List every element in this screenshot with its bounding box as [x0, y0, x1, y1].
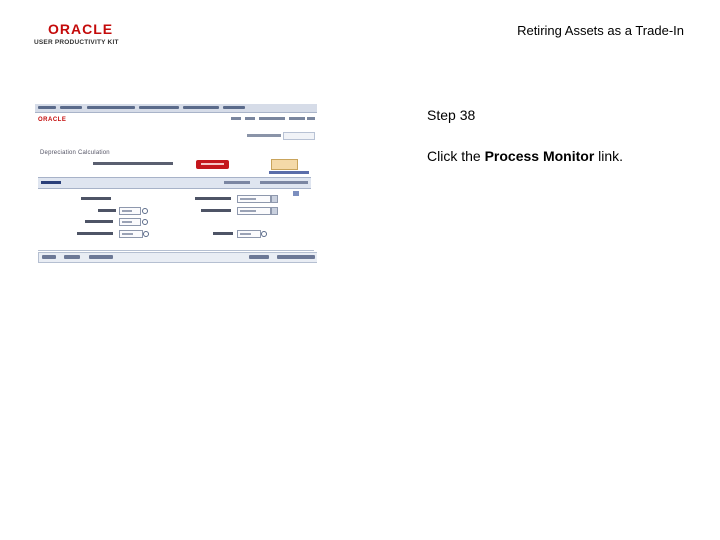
field-label: [85, 220, 113, 223]
bottom-toolbar: [38, 252, 317, 263]
run-button[interactable]: [271, 159, 298, 170]
field-label: [77, 232, 113, 235]
logo-brand-text: ORACLE: [48, 21, 114, 37]
from-asset-input[interactable]: [119, 230, 143, 238]
to-asset-input[interactable]: [237, 230, 261, 238]
field-label: [98, 209, 116, 212]
field-label: [201, 209, 231, 212]
document-title: Retiring Assets as a Trade-In: [517, 23, 684, 38]
chevron-down-icon[interactable]: [271, 195, 278, 203]
step-label: Step 38: [427, 107, 476, 123]
unit-input[interactable]: [119, 207, 141, 215]
add-button[interactable]: [249, 255, 269, 259]
instruction-suffix: link.: [594, 148, 624, 164]
notify-button[interactable]: [64, 255, 80, 259]
process-monitor-link[interactable]: [269, 171, 309, 174]
update-display-button[interactable]: [277, 255, 315, 259]
step-instruction: Click the Process Monitor link.: [427, 148, 623, 164]
book-input[interactable]: [119, 218, 141, 226]
depreciation-mode-select[interactable]: [237, 207, 271, 215]
instruction-target: Process Monitor: [484, 148, 595, 164]
screenshot-oracle-logo: ORACLE: [38, 117, 67, 123]
top-links: [231, 117, 315, 121]
chevron-down-icon[interactable]: [271, 207, 278, 215]
field-label: [81, 197, 111, 200]
logo-product-text: USER PRODUCTIVITY KIT: [34, 39, 119, 46]
refresh-button[interactable]: [89, 255, 113, 259]
oracle-upk-logo: ORACLE USER PRODUCTIVITY KIT: [34, 22, 126, 48]
instruction-prefix: Click the: [427, 148, 485, 164]
lookup-icon[interactable]: [142, 219, 148, 225]
screenshot-thumbnail: ORACLE Depreciation Calculation: [35, 104, 317, 264]
field-label: [195, 197, 231, 200]
field-label: [213, 232, 233, 235]
divider: [38, 250, 314, 251]
personalize-page-link[interactable]: [283, 132, 315, 140]
screenshot-page-title: Depreciation Calculation: [40, 150, 110, 156]
add-row-button[interactable]: [293, 191, 299, 196]
new-window-help-links[interactable]: [247, 134, 281, 137]
lookup-icon[interactable]: [142, 208, 148, 214]
lookup-icon[interactable]: [261, 231, 267, 237]
menu-bar: [35, 104, 317, 113]
save-button[interactable]: [42, 255, 56, 259]
lookup-icon[interactable]: [143, 231, 149, 237]
report-manager-button[interactable]: [196, 160, 229, 169]
parameters-grid-header: [38, 177, 311, 189]
process-frequency-select[interactable]: [237, 195, 271, 203]
run-control-header: [93, 162, 173, 165]
